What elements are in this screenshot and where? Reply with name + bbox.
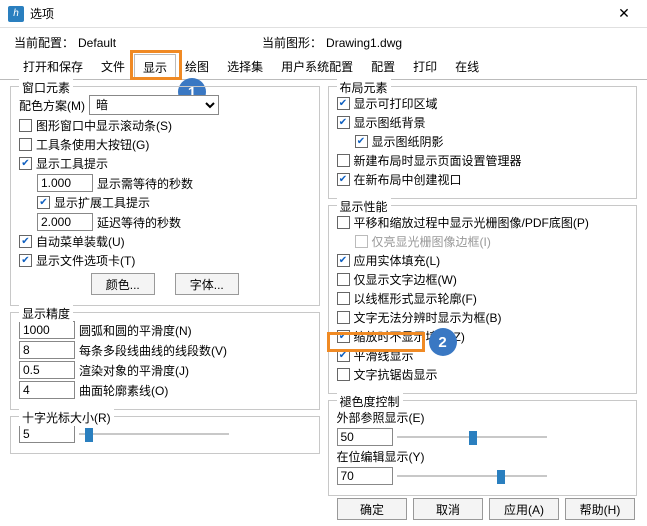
chk-text-antialias[interactable] <box>337 368 350 381</box>
tab-selection[interactable]: 选择集 <box>218 53 272 79</box>
chk-text-frame-only[interactable] <box>337 273 350 286</box>
color-scheme-select[interactable]: 暗 <box>89 95 219 115</box>
tab-open-save[interactable]: 打开和保存 <box>14 53 92 79</box>
xref-fade-slider[interactable] <box>397 429 547 445</box>
inplace-fade-slider[interactable] <box>397 468 547 484</box>
current-config-value: Default <box>78 36 258 50</box>
current-drawing-value: Drawing1.dwg <box>326 36 402 50</box>
surface-lines-input[interactable] <box>19 381 75 399</box>
colors-button[interactable]: 颜色... <box>91 273 155 295</box>
tab-display[interactable]: 显示 <box>134 54 176 80</box>
crosshair-slider[interactable] <box>79 426 229 442</box>
tooltip-delay-input[interactable] <box>37 213 93 231</box>
chk-paper-bg[interactable] <box>337 116 350 129</box>
close-icon[interactable]: ✕ <box>609 5 639 22</box>
chk-raster-frame-only <box>355 235 368 248</box>
group-layout-elements: 布局元素 <box>337 79 391 96</box>
polyline-segs-input[interactable] <box>19 341 75 359</box>
chk-file-tabs[interactable] <box>19 254 32 267</box>
chk-extended-tooltips[interactable] <box>37 196 50 209</box>
tab-files[interactable]: 文件 <box>92 53 134 79</box>
render-smooth-input[interactable] <box>19 361 75 379</box>
crosshair-label: 十字光标大小(R) <box>19 409 114 426</box>
tab-online[interactable]: 在线 <box>446 53 488 79</box>
app-icon: h <box>8 6 24 22</box>
tab-profiles[interactable]: 配置 <box>362 53 404 79</box>
arc-smooth-input[interactable] <box>19 321 75 339</box>
inplace-fade-label: 在位编辑显示(Y) <box>337 448 425 465</box>
cancel-button[interactable]: 取消 <box>413 498 483 520</box>
tab-user-sys[interactable]: 用户系统配置 <box>272 53 362 79</box>
group-fade-control: 褪色度控制 <box>337 393 403 410</box>
chk-autoload-menu[interactable] <box>19 235 32 248</box>
window-title: 选项 <box>30 5 609 22</box>
crosshair-size-input[interactable] <box>19 425 75 443</box>
chk-tooltips[interactable] <box>19 157 32 170</box>
current-config-label: 当前配置： <box>14 34 74 51</box>
chk-page-setup-mgr[interactable] <box>337 154 350 167</box>
current-drawing-label: 当前图形： <box>262 34 322 51</box>
group-display-accuracy: 显示精度 <box>19 305 73 322</box>
tab-draw[interactable]: 绘图 <box>176 53 218 79</box>
chk-wireframe-silhouette[interactable] <box>337 292 350 305</box>
help-button[interactable]: 帮助(H) <box>565 498 635 520</box>
chk-smooth-line[interactable] <box>337 349 350 362</box>
fonts-button[interactable]: 字体... <box>175 273 239 295</box>
color-scheme-label: 配色方案(M) <box>19 97 85 114</box>
group-display-performance: 显示性能 <box>337 198 391 215</box>
chk-scrollbars[interactable] <box>19 119 32 132</box>
apply-button[interactable]: 应用(A) <box>489 498 559 520</box>
xref-fade-input[interactable] <box>337 428 393 446</box>
inplace-fade-input[interactable] <box>337 467 393 485</box>
chk-create-viewport[interactable] <box>337 173 350 186</box>
chk-pan-zoom-raster[interactable] <box>337 216 350 229</box>
chk-no-fill-on-zoom[interactable] <box>337 330 350 343</box>
group-window-elements: 窗口元素 <box>19 79 73 96</box>
chk-solid-fill[interactable] <box>337 254 350 267</box>
chk-large-buttons[interactable] <box>19 138 32 151</box>
xref-fade-label: 外部参照显示(E) <box>337 409 425 426</box>
chk-text-as-box[interactable] <box>337 311 350 324</box>
chk-printable-area[interactable] <box>337 97 350 110</box>
tooltip-wait-input[interactable] <box>37 174 93 192</box>
chk-paper-shadow[interactable] <box>355 135 368 148</box>
tab-bar: 打开和保存 文件 显示 绘图 选择集 用户系统配置 配置 打印 在线 <box>0 53 647 80</box>
ok-button[interactable]: 确定 <box>337 498 407 520</box>
tab-print[interactable]: 打印 <box>404 53 446 79</box>
